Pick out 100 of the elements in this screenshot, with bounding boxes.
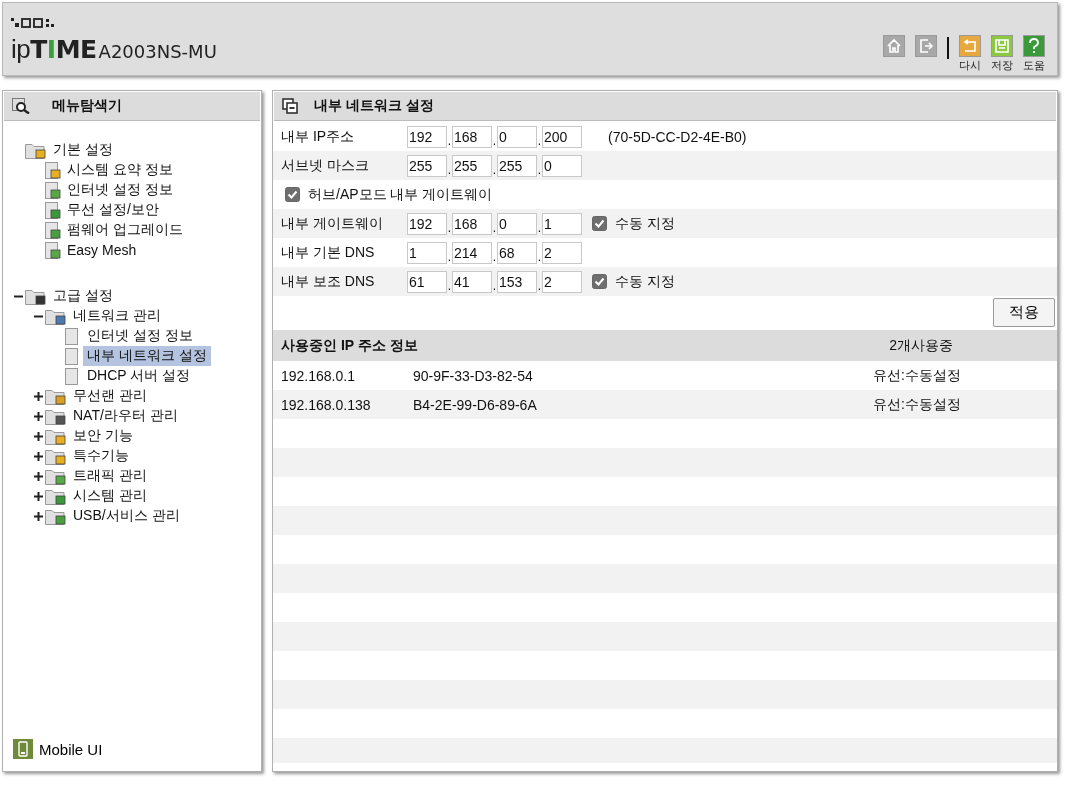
page-icon (45, 221, 61, 239)
logout-button[interactable] (915, 35, 937, 57)
folder-icon (25, 287, 47, 305)
undo-icon (959, 35, 981, 57)
octet-field[interactable]: 1 (407, 241, 447, 264)
separator: . (447, 220, 452, 235)
octet-field[interactable]: 192 (407, 125, 447, 148)
page-icon (45, 181, 61, 199)
expand-icon[interactable] (33, 431, 43, 441)
separator: . (492, 162, 497, 177)
separator: . (492, 220, 497, 235)
checkbox[interactable] (592, 274, 607, 289)
checkbox-label: 허브/AP모드 내부 게이트웨이 (308, 185, 493, 204)
expand-icon[interactable] (33, 411, 43, 421)
octet-field[interactable]: 255 (497, 154, 537, 177)
save-button[interactable]: 저장 (991, 35, 1013, 73)
search-icon (12, 98, 30, 114)
menu-item[interactable]: Easy Mesh (63, 241, 141, 259)
menu-item[interactable]: 특수기능 (69, 446, 133, 466)
page-icon (45, 201, 61, 219)
menu-item[interactable]: 시스템 요약 정보 (63, 160, 177, 180)
octet-field[interactable]: 200 (542, 125, 582, 148)
table-cell-text: 유선:수동설정 (873, 366, 962, 385)
help-button[interactable]: 도움 (1023, 35, 1045, 73)
field-label: 내부 IP주소 (281, 127, 356, 146)
expand-icon[interactable] (33, 471, 43, 481)
menu-item[interactable]: 인터넷 설정 정보 (83, 326, 197, 346)
panel-title: 내부 네트워크 설정 (314, 97, 434, 115)
blank-page-icon (65, 327, 81, 345)
page-icon (45, 241, 61, 259)
folder-icon (45, 407, 67, 425)
table-cell-text: B4-2E-99-D6-89-6A (413, 396, 538, 413)
field-label: 내부 보조 DNS (281, 272, 376, 291)
checkbox[interactable] (592, 216, 607, 231)
folder-icon (45, 387, 67, 405)
menu-item[interactable]: 고급 설정 (49, 286, 117, 306)
help-icon (1023, 35, 1045, 57)
menu-item[interactable]: USB/서비스 관리 (69, 506, 184, 526)
octet-field[interactable]: 255 (452, 154, 492, 177)
octet-field[interactable]: 0 (497, 125, 537, 148)
expand-icon[interactable] (33, 511, 43, 521)
octet-field[interactable]: 1 (542, 212, 582, 235)
separator: . (492, 249, 497, 264)
table-cell-text: 192.168.0.138 (281, 396, 372, 413)
page-icon (45, 161, 61, 179)
octet-field[interactable]: 0 (542, 154, 582, 177)
separator: . (447, 162, 452, 177)
octet-field[interactable]: 41 (452, 270, 492, 293)
table-cell-text: 192.168.0.1 (281, 367, 356, 384)
menu-item[interactable]: 무선랜 관리 (69, 386, 151, 406)
usage-count: 2개사용중 (889, 336, 953, 355)
folder-icon (45, 307, 67, 325)
separator: . (537, 162, 542, 177)
octet-field[interactable]: 168 (452, 125, 492, 148)
menu-item[interactable]: 보안 기능 (69, 426, 137, 446)
menu-item[interactable]: 시스템 관리 (69, 486, 151, 506)
octet-field[interactable]: 153 (497, 270, 537, 293)
separator: . (537, 249, 542, 264)
folder-icon (45, 427, 67, 445)
octet-field[interactable]: 2 (542, 270, 582, 293)
separator: . (447, 249, 452, 264)
logo: ipTIME (11, 34, 97, 65)
menu-item[interactable]: 네트워크 관리 (69, 306, 165, 326)
home-button[interactable] (883, 35, 905, 57)
menu-item[interactable]: DHCP 서버 설정 (83, 366, 195, 386)
separator: . (537, 220, 542, 235)
save-icon (991, 35, 1013, 57)
octet-field[interactable]: 168 (452, 212, 492, 235)
blank-page-icon (65, 367, 81, 385)
undo-button[interactable]: 다시 (959, 35, 981, 73)
octet-field[interactable]: 192 (407, 212, 447, 235)
separator: . (447, 133, 452, 148)
folder-icon (45, 487, 67, 505)
folder-icon (45, 507, 67, 525)
menu-item[interactable]: 무선 설정/보안 (63, 200, 163, 220)
checkbox[interactable] (285, 187, 300, 202)
menu-item[interactable]: 펌웨어 업그레이드 (63, 220, 187, 240)
octet-field[interactable]: 68 (497, 241, 537, 264)
menu-item[interactable]: 내부 네트워크 설정 (83, 346, 211, 366)
menu-item[interactable]: NAT/라우터 관리 (69, 406, 182, 426)
field-label: 서브넷 마스크 (281, 156, 370, 175)
phone-icon (13, 739, 33, 759)
octet-field[interactable]: 0 (497, 212, 537, 235)
folder-icon (25, 141, 47, 159)
octet-field[interactable]: 255 (407, 154, 447, 177)
mobile-ui-link[interactable]: Mobile UI (3, 739, 261, 771)
menu-item[interactable]: 트래픽 관리 (69, 466, 151, 486)
separator: . (492, 278, 497, 293)
separator: . (447, 278, 452, 293)
field-label: 내부 게이트웨이 (281, 214, 384, 233)
octet-field[interactable]: 2 (542, 241, 582, 264)
expand-icon[interactable] (33, 491, 43, 501)
menu-item[interactable]: 기본 설정 (49, 140, 117, 160)
checkbox-label: 수동 지정 (615, 214, 675, 233)
menu-item[interactable]: 인터넷 설정 정보 (63, 180, 177, 200)
expand-icon[interactable] (33, 451, 43, 461)
apply-button[interactable]: 적용 (993, 298, 1055, 327)
expand-icon[interactable] (33, 391, 43, 401)
octet-field[interactable]: 61 (407, 270, 447, 293)
octet-field[interactable]: 214 (452, 241, 492, 264)
